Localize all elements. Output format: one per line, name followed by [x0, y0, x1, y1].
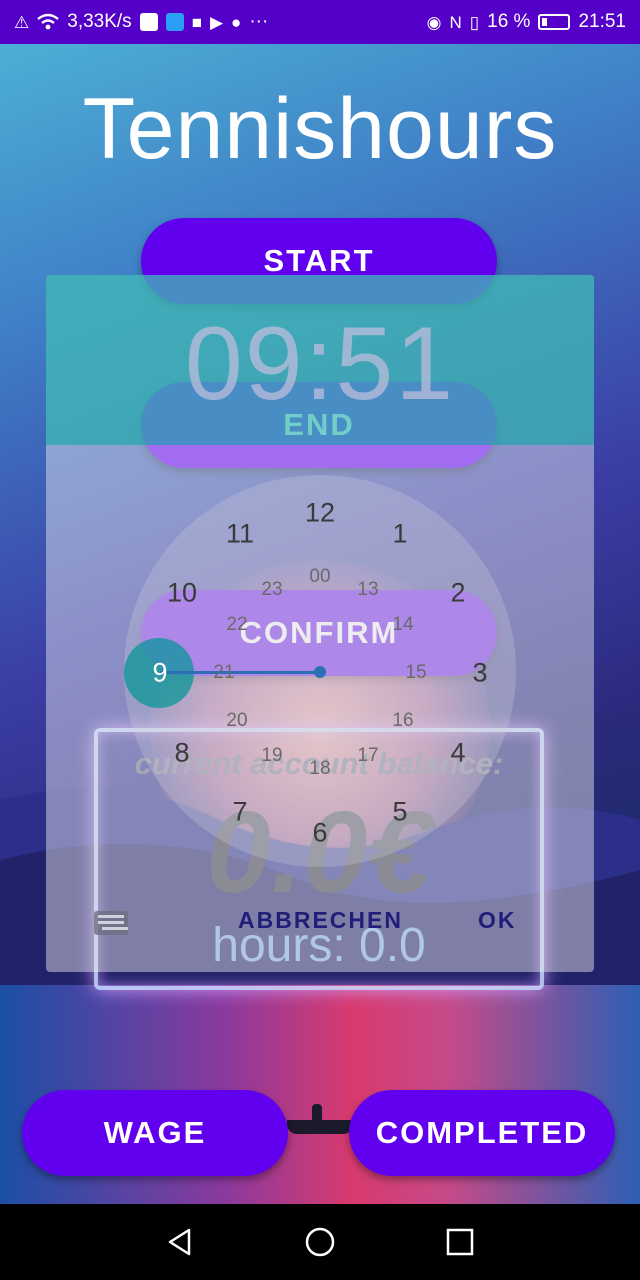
play-shield-icon: ▶ — [209, 12, 224, 32]
recents-icon — [446, 1228, 474, 1256]
status-right: ◉ N ▯ 16 % 21:51 — [427, 11, 626, 33]
clock-hour-19[interactable]: 19 — [252, 745, 292, 767]
wifi-icon — [37, 13, 59, 30]
home-icon — [305, 1227, 335, 1257]
app-title: Tennishours — [82, 81, 558, 177]
clock-hour-17[interactable]: 17 — [348, 745, 388, 767]
network-speed: 3,33K/s — [67, 11, 132, 32]
clock-hour-6[interactable]: 6 — [300, 818, 340, 849]
ok-button[interactable]: OK — [478, 907, 517, 934]
battery-icon — [538, 14, 571, 30]
clock-hour-2[interactable]: 2 — [438, 578, 478, 609]
status-bar: ⚠ 3,33K/s ■ ▶ ● ··· ◉ N ▯ 16 % 21:51 — [0, 0, 640, 44]
clock-hour-20[interactable]: 20 — [217, 710, 257, 732]
clock-hour-8[interactable]: 8 — [162, 738, 202, 769]
keyboard-icon[interactable] — [94, 911, 128, 935]
eye-icon: ◉ — [426, 12, 442, 32]
clock-hour-18[interactable]: 18 — [300, 758, 340, 780]
clock-hour-00[interactable]: 00 — [300, 566, 340, 588]
shield-icon — [165, 13, 184, 31]
wage-button[interactable]: WAGE — [22, 1090, 288, 1176]
time-picker-header: 09:51 — [46, 275, 594, 445]
status-left: ⚠ 3,33K/s ■ ▶ ● ··· — [14, 11, 268, 33]
vibrate-icon: ▯ — [469, 12, 480, 32]
clock-hour-12[interactable]: 12 — [300, 498, 340, 529]
clock-hour-13[interactable]: 13 — [348, 579, 388, 601]
navigation-bar — [0, 1204, 640, 1280]
keyhole-icon: ● — [231, 12, 242, 32]
time-picker-time[interactable]: 09:51 — [46, 305, 594, 424]
app-notification-icon — [139, 13, 158, 31]
recents-button[interactable] — [440, 1222, 480, 1262]
clock-hour-23[interactable]: 23 — [252, 579, 292, 601]
clock-hour-7[interactable]: 7 — [220, 797, 260, 828]
clock-hour-21[interactable]: 21 — [204, 662, 244, 684]
home-button[interactable] — [300, 1222, 340, 1262]
nfc-icon: N — [449, 12, 462, 32]
gamepad-icon: ■ — [191, 12, 202, 32]
clock-hour-10[interactable]: 10 — [162, 578, 202, 609]
time-picker-actions: ABBRECHEN OK — [46, 895, 594, 955]
more-notifications: ··· — [249, 11, 269, 32]
alert-icon: ⚠ — [14, 12, 30, 32]
back-icon — [168, 1228, 191, 1256]
back-button[interactable] — [160, 1222, 200, 1262]
time-picker-dialog: 09:51 12 1 2 3 4 5 6 7 8 9 10 11 00 13 1… — [46, 275, 594, 972]
clock-hour-22[interactable]: 22 — [217, 614, 257, 636]
clock-hour-14[interactable]: 14 — [383, 614, 423, 636]
clock-hour-3[interactable]: 3 — [460, 658, 500, 689]
completed-button[interactable]: COMPLETED — [349, 1090, 615, 1176]
clock-hour-4[interactable]: 4 — [438, 738, 478, 769]
boat-silhouette — [287, 1120, 353, 1134]
clock: 21:51 — [578, 11, 626, 32]
clock-center — [314, 666, 326, 678]
battery-percent: 16 % — [487, 11, 531, 32]
clock-hour-15[interactable]: 15 — [396, 662, 436, 684]
clock-hour-1[interactable]: 1 — [380, 519, 420, 550]
clock-hour-9[interactable]: 9 — [140, 658, 180, 689]
clock-hour-11[interactable]: 11 — [220, 519, 260, 550]
clock-hour-16[interactable]: 16 — [383, 710, 423, 732]
clock-hour-5[interactable]: 5 — [380, 797, 420, 828]
cancel-button[interactable]: ABBRECHEN — [238, 907, 403, 934]
boat-figure — [312, 1104, 322, 1122]
